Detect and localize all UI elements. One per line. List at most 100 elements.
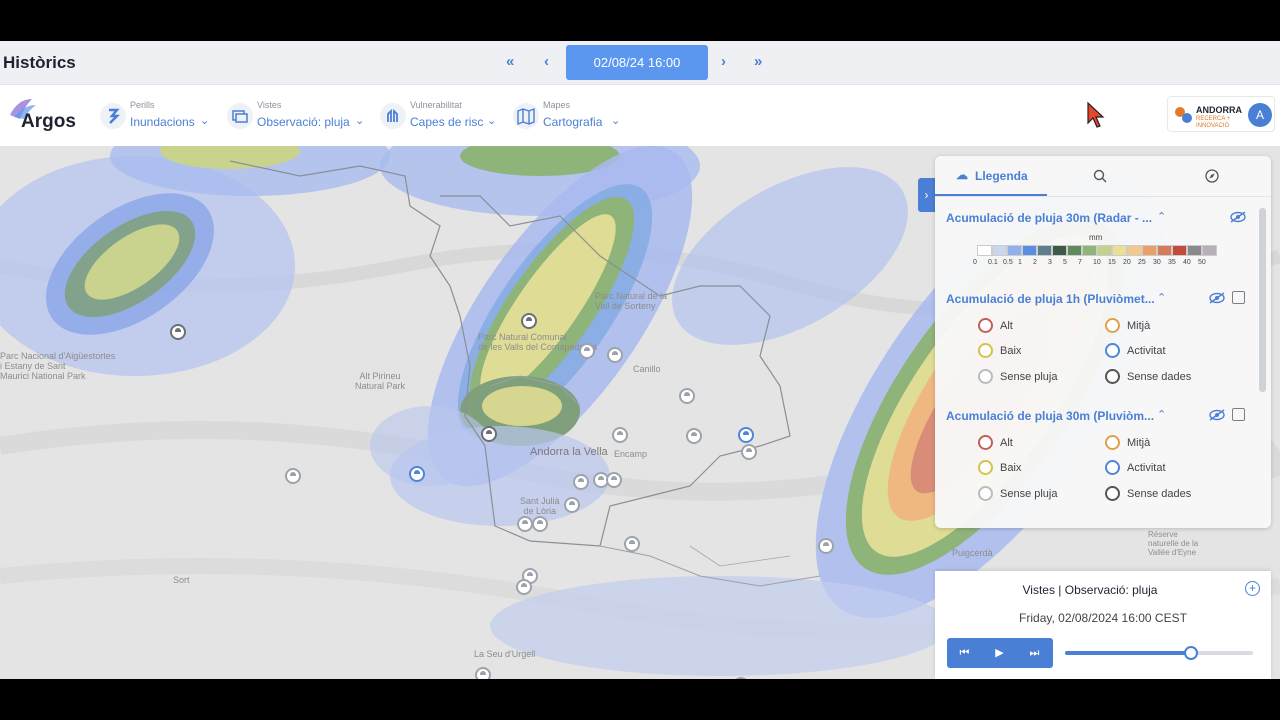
- mouse-cursor-icon: [1086, 101, 1106, 134]
- scale-label: 35: [1168, 259, 1176, 266]
- station-marker[interactable]: [564, 497, 580, 513]
- legend-section-title[interactable]: Acumulació de pluja 30m (Pluviòm...: [946, 409, 1154, 423]
- compass-icon: [1205, 169, 1219, 183]
- previous-frame-button[interactable]: ‹: [544, 53, 549, 70]
- scale-color-segment: [1112, 245, 1127, 256]
- no-rain-icon: [978, 486, 993, 501]
- station-marker[interactable]: [606, 472, 622, 488]
- level-medium-icon: [1105, 435, 1120, 450]
- collapse-legend-button[interactable]: ›: [918, 178, 935, 212]
- station-marker[interactable]: [624, 536, 640, 552]
- hide-layer-icon[interactable]: [1209, 292, 1225, 304]
- station-marker[interactable]: [607, 347, 623, 363]
- station-marker[interactable]: [475, 667, 491, 679]
- menu-views[interactable]: Vistes Observació: pluja ⌄: [227, 99, 369, 135]
- station-marker[interactable]: [532, 516, 548, 532]
- rain-scale-labels: 0 0.1 0.5 1 2 3 5 7 10 15 20 25 30 35 40 50: [973, 259, 1213, 269]
- map-label-sort: Sort: [173, 575, 190, 585]
- date-selector-button[interactable]: 02/08/24 16:00: [566, 45, 708, 80]
- partner-logo-icon: [1175, 107, 1192, 123]
- time-slider[interactable]: [1065, 646, 1253, 660]
- station-marker[interactable]: [818, 538, 834, 554]
- chevron-up-icon[interactable]: ⌃: [1157, 408, 1166, 421]
- no-rain-icon: [978, 369, 993, 384]
- legend-scrollbar[interactable]: [1259, 208, 1266, 392]
- scale-label: 15: [1108, 259, 1116, 266]
- main-menu-bar: Argos Perills Inundacions ⌄ Vistes Obser…: [0, 85, 1280, 146]
- play-icon[interactable]: ▶: [982, 638, 1017, 668]
- map-label-sant-julia: Sant Julià de Lòria: [520, 496, 560, 516]
- skip-back-icon[interactable]: ⏮: [947, 638, 982, 668]
- station-marker[interactable]: [741, 444, 757, 460]
- scale-color-segment: [1172, 245, 1187, 256]
- menu-vulnerability[interactable]: Vulnerabilitat Capes de risc ⌄: [380, 99, 502, 135]
- chevron-down-icon: ⌄: [355, 115, 365, 127]
- rain-scale-bar: [977, 245, 1217, 256]
- station-marker[interactable]: [481, 426, 497, 442]
- station-marker[interactable]: [409, 466, 425, 482]
- timeline-player: Vistes | Observació: pluja + Friday, 02/…: [935, 571, 1271, 679]
- calculator-icon[interactable]: [1232, 408, 1245, 421]
- time-slider-fill: [1065, 651, 1191, 655]
- first-frame-button[interactable]: «: [506, 53, 514, 70]
- scale-color-segment: [1037, 245, 1052, 256]
- scale-unit: mm: [1089, 233, 1103, 242]
- station-marker[interactable]: [285, 468, 301, 484]
- map-label-puigcerda: Puigcerdà: [952, 548, 993, 558]
- menu-hazards[interactable]: Perills Inundacions ⌄: [100, 99, 215, 135]
- level-activity-icon: [1105, 460, 1120, 475]
- tab-navigation[interactable]: [1193, 156, 1233, 196]
- scale-label: 25: [1138, 259, 1146, 266]
- avatar[interactable]: A: [1248, 103, 1272, 127]
- station-marker[interactable]: [679, 388, 695, 404]
- map-label-sant-maurici: Parc Nacional d'Aigüestortes i Estany de …: [0, 351, 116, 381]
- station-marker[interactable]: [579, 343, 595, 359]
- playback-controls: ⏮ ▶ ⏭: [947, 638, 1053, 668]
- map-label-encamp: Encamp: [614, 449, 648, 459]
- last-frame-button[interactable]: »: [754, 53, 762, 70]
- argos-logo-text: Argos: [21, 111, 76, 132]
- calculator-icon[interactable]: [1232, 291, 1245, 304]
- level-medium-icon: [1105, 318, 1120, 333]
- tab-legend[interactable]: ☁ Llegenda: [935, 156, 1047, 196]
- level-high-icon: [978, 435, 993, 450]
- station-marker[interactable]: [686, 428, 702, 444]
- station-marker[interactable]: [521, 313, 537, 329]
- map-label-alt-pirineu: Alt Pirineu Natural Park: [355, 371, 406, 391]
- level-high-icon: [978, 318, 993, 333]
- chevron-up-icon[interactable]: ⌃: [1157, 210, 1166, 223]
- map-label-parc-sorteny: Parc Natural de la Vall de Sorteny: [595, 291, 668, 311]
- hazard-icon: [100, 103, 126, 129]
- skip-forward-icon[interactable]: ⏭: [1017, 638, 1052, 668]
- scale-label: 7: [1078, 259, 1082, 266]
- station-marker[interactable]: [738, 427, 754, 443]
- scale-color-segment: [1202, 245, 1217, 256]
- legend-section-title[interactable]: Acumulació de pluja 30m (Radar - ...: [946, 211, 1152, 225]
- station-marker[interactable]: [516, 579, 532, 595]
- chevron-up-icon[interactable]: ⌃: [1157, 291, 1166, 304]
- station-marker[interactable]: [170, 324, 186, 340]
- station-marker[interactable]: [517, 516, 533, 532]
- station-marker[interactable]: [612, 427, 628, 443]
- scale-color-segment: [992, 245, 1007, 256]
- tab-search[interactable]: [1081, 156, 1121, 196]
- scale-color-segment: [1007, 245, 1022, 256]
- station-marker[interactable]: [573, 474, 589, 490]
- map-label-reserve: Réserve naturelle de la Vallée d'Eyne: [1148, 530, 1199, 557]
- menu-maps[interactable]: Mapes Cartografia ⌄: [513, 99, 628, 135]
- app-frame: Històrics « ‹ 02/08/24 16:00 › » Argos P…: [0, 41, 1280, 679]
- next-frame-button[interactable]: ›: [721, 53, 726, 70]
- scale-label: 0.5: [1003, 259, 1013, 266]
- legend-section-title[interactable]: Acumulació de pluja 1h (Pluviòmet...: [946, 292, 1155, 306]
- chevron-down-icon: ⌄: [200, 115, 210, 127]
- scale-color-segment: [1052, 245, 1067, 256]
- palette-icon: ☁: [956, 168, 968, 182]
- time-slider-thumb[interactable]: [1183, 646, 1198, 660]
- scale-color-segment: [1082, 245, 1097, 256]
- scale-label: 20: [1123, 259, 1131, 266]
- hide-layer-icon[interactable]: [1230, 211, 1246, 223]
- hide-layer-icon[interactable]: [1209, 409, 1225, 421]
- partner-logo[interactable]: ANDORRA RECERCA + INNOVACIÓ A: [1167, 96, 1275, 132]
- page-title: Històrics: [3, 53, 76, 72]
- add-view-button[interactable]: +: [1245, 581, 1260, 596]
